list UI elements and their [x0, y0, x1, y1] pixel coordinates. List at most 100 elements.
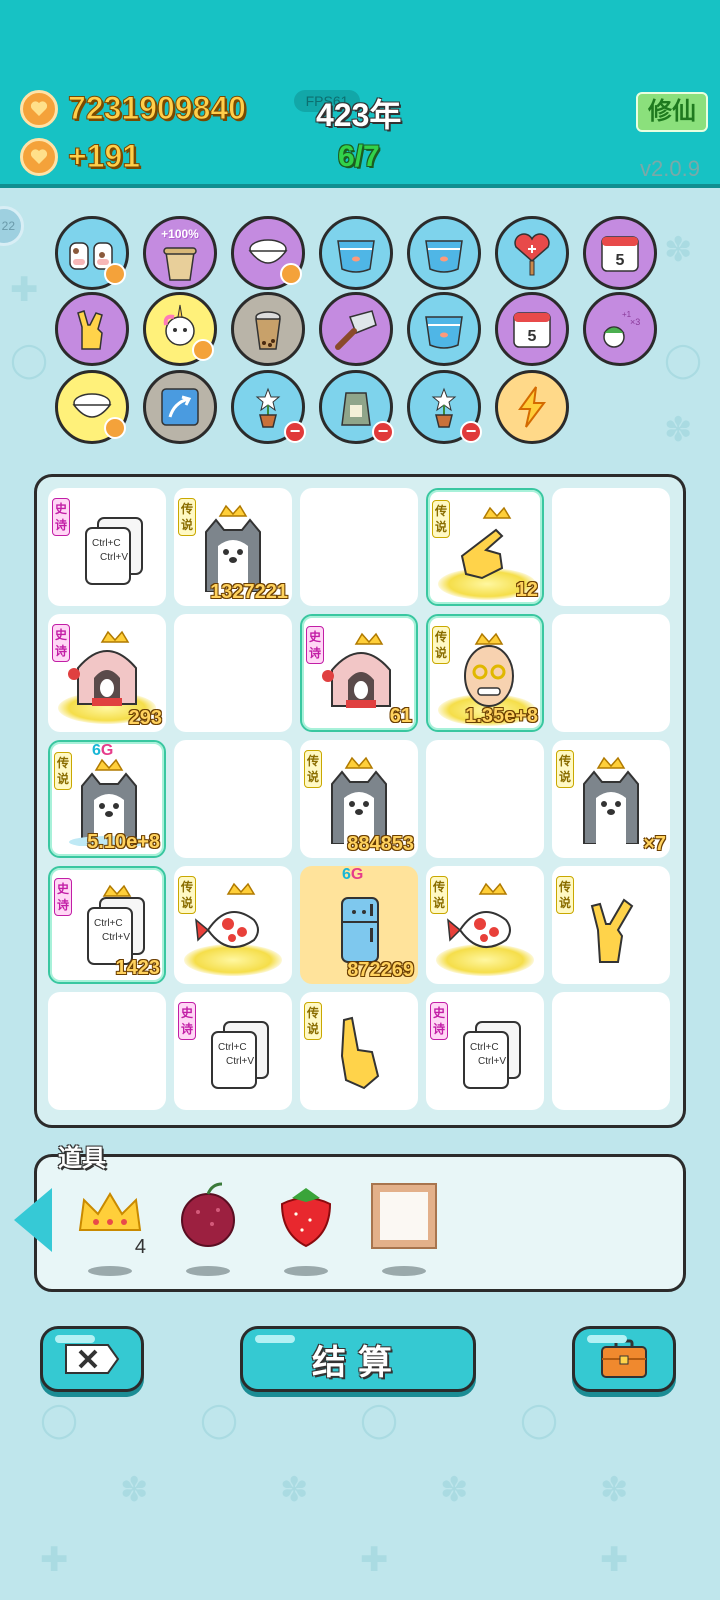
pointing-hand-icon	[340, 1016, 380, 1090]
prop-strawberry[interactable]	[270, 1180, 342, 1280]
discard-button[interactable]	[40, 1326, 144, 1392]
upgrade-flower-pot-1[interactable]: −	[231, 370, 306, 444]
xiuxian-button[interactable]: 修仙	[636, 92, 708, 132]
upgrade-rice-bowl-2[interactable]	[55, 370, 129, 444]
side-tab[interactable]: 22	[0, 206, 24, 246]
husky-king-icon	[205, 504, 261, 592]
lightning-icon	[518, 386, 546, 428]
board-cell-r3c4[interactable]	[426, 740, 544, 858]
item-value: 1327221	[210, 581, 288, 603]
board-cell-r3c3[interactable]: 传说 884853	[300, 740, 418, 858]
svg-text:×3: ×3	[630, 317, 640, 327]
upgrade-calendar-1[interactable]: 5	[583, 216, 657, 290]
prop-crown[interactable]: 4	[74, 1180, 146, 1280]
upgrade-rock-hand[interactable]	[55, 292, 129, 366]
board-cell-r5c5[interactable]	[552, 992, 670, 1110]
board-cell-r2c2[interactable]	[174, 614, 292, 732]
deco-flower: ✽	[664, 411, 693, 449]
board-cell-r4c1[interactable]: 史诗 Ctrl+C Ctrl+V 1423	[48, 866, 166, 984]
upgrade-arrow-card[interactable]	[143, 370, 217, 444]
board-cell-r4c2[interactable]: 传说	[174, 866, 292, 984]
item-value: 61	[389, 705, 412, 727]
props-prev-arrow-icon[interactable]	[14, 1188, 52, 1252]
prop-frame[interactable]	[368, 1180, 440, 1280]
remove-badge-icon: −	[372, 421, 394, 443]
upgrade-calendar-2[interactable]: 5	[495, 292, 569, 366]
prop-shadow	[88, 1266, 132, 1276]
rock-hand-icon	[77, 310, 103, 350]
props-title: 道具	[58, 1145, 106, 1172]
board-cell-r2c3[interactable]: 史诗 61	[300, 614, 418, 732]
board-cell-r1c4[interactable]: 传说 12	[426, 488, 544, 606]
board-cell-r4c5[interactable]: 传说	[552, 866, 670, 984]
fishbowl-icon	[425, 240, 463, 273]
deco-plus: ✚	[360, 1541, 389, 1579]
deco-circle: ◯	[520, 1401, 559, 1439]
board-cell-r1c5[interactable]	[552, 488, 670, 606]
heart-fan-icon	[514, 233, 550, 276]
crown-quantity: 4	[134, 1236, 146, 1258]
version-label: v2.0.9	[640, 156, 700, 181]
board-cell-r4c4[interactable]: 传说	[426, 866, 544, 984]
upgrade-bubble-tea[interactable]	[231, 292, 305, 366]
remove-badge-icon: −	[460, 421, 482, 443]
upgrade-unicorn[interactable]	[143, 292, 217, 366]
bucket-percent: +100%	[161, 227, 199, 241]
svg-text:Ctrl+V: Ctrl+V	[226, 1056, 254, 1067]
prop-shadow	[186, 1266, 230, 1276]
settle-label: 结算	[312, 1343, 404, 1382]
item-value: 293	[128, 707, 162, 729]
board-cell-r1c1[interactable]: 史诗 Ctrl+C Ctrl+V	[48, 488, 166, 606]
svg-text:+1: +1	[622, 310, 632, 319]
board-cell-r5c3[interactable]: 传说	[300, 992, 418, 1110]
button-gloss	[55, 1335, 95, 1343]
board-cell-r3c1[interactable]: 6G 传说 5.10e+8	[48, 740, 166, 858]
item-value: 1423	[115, 957, 161, 979]
board-cell-r2c5[interactable]	[552, 614, 670, 732]
upgrade-fishbowl-2[interactable]	[407, 216, 481, 290]
settle-button[interactable]: 结算	[240, 1326, 476, 1392]
item-value: 5.10e+8	[87, 831, 160, 853]
deco-flower: ✽	[440, 1471, 469, 1509]
bunny-house-king-icon	[68, 630, 137, 706]
item-value: ×7	[643, 833, 666, 855]
upgrade-fishbowl-1[interactable]	[319, 216, 393, 290]
item-value: 12	[515, 579, 538, 601]
upgrade-rice-sack[interactable]: −	[319, 370, 394, 444]
income-rate: +191	[67, 138, 141, 175]
button-gloss	[255, 1335, 295, 1343]
deco-circle: ◯	[40, 1401, 79, 1439]
board-cell-r2c4[interactable]: 传说 1.35e+8	[426, 614, 544, 732]
fridge-icon	[341, 897, 379, 963]
board-cell-r3c2[interactable]	[174, 740, 292, 858]
board-cell-r2c1[interactable]: 史诗 293	[48, 614, 166, 732]
prop-bayberry[interactable]	[172, 1180, 244, 1280]
heart-badge-icon	[104, 417, 126, 439]
deco-circle: ◯	[10, 341, 49, 379]
board-cell-r5c2[interactable]: 史诗 Ctrl+C Ctrl+V	[174, 992, 292, 1110]
heart-badge-icon	[280, 263, 302, 285]
upgrade-math-head[interactable]: ×3 +1	[583, 292, 657, 366]
svg-text:Ctrl+V: Ctrl+V	[478, 1056, 506, 1067]
board-cell-r4c3[interactable]: 6G 872269	[300, 866, 418, 984]
upgrade-cows[interactable]	[55, 216, 129, 290]
briefcase-button[interactable]	[572, 1326, 676, 1392]
income-icon	[20, 138, 58, 176]
board-cell-r1c2[interactable]: 传说 1327221	[174, 488, 292, 606]
upgrade-lightning[interactable]	[495, 370, 569, 444]
upgrade-cleaver[interactable]	[319, 292, 393, 366]
board-cell-r5c4[interactable]: 史诗 Ctrl+C Ctrl+V	[426, 992, 544, 1110]
husky-king-icon	[583, 756, 639, 844]
upgrade-fishbowl-3[interactable]	[407, 292, 481, 366]
board-cell-r1c3[interactable]	[300, 488, 418, 606]
board-cell-r5c1[interactable]	[48, 992, 166, 1110]
deco-flower: ✽	[280, 1471, 309, 1509]
upgrade-rice-bowl[interactable]	[231, 216, 305, 290]
upgrade-bucket[interactable]: +100%	[143, 216, 217, 290]
svg-text:Ctrl+C: Ctrl+C	[94, 918, 123, 929]
board-cell-r3c5[interactable]: 传说 ×7	[552, 740, 670, 858]
slot-progress: 6/7	[338, 140, 380, 173]
upgrade-flower-pot-2[interactable]: −	[407, 370, 482, 444]
upgrade-heart-fan[interactable]	[495, 216, 569, 290]
fishbowl-icon	[337, 240, 375, 273]
